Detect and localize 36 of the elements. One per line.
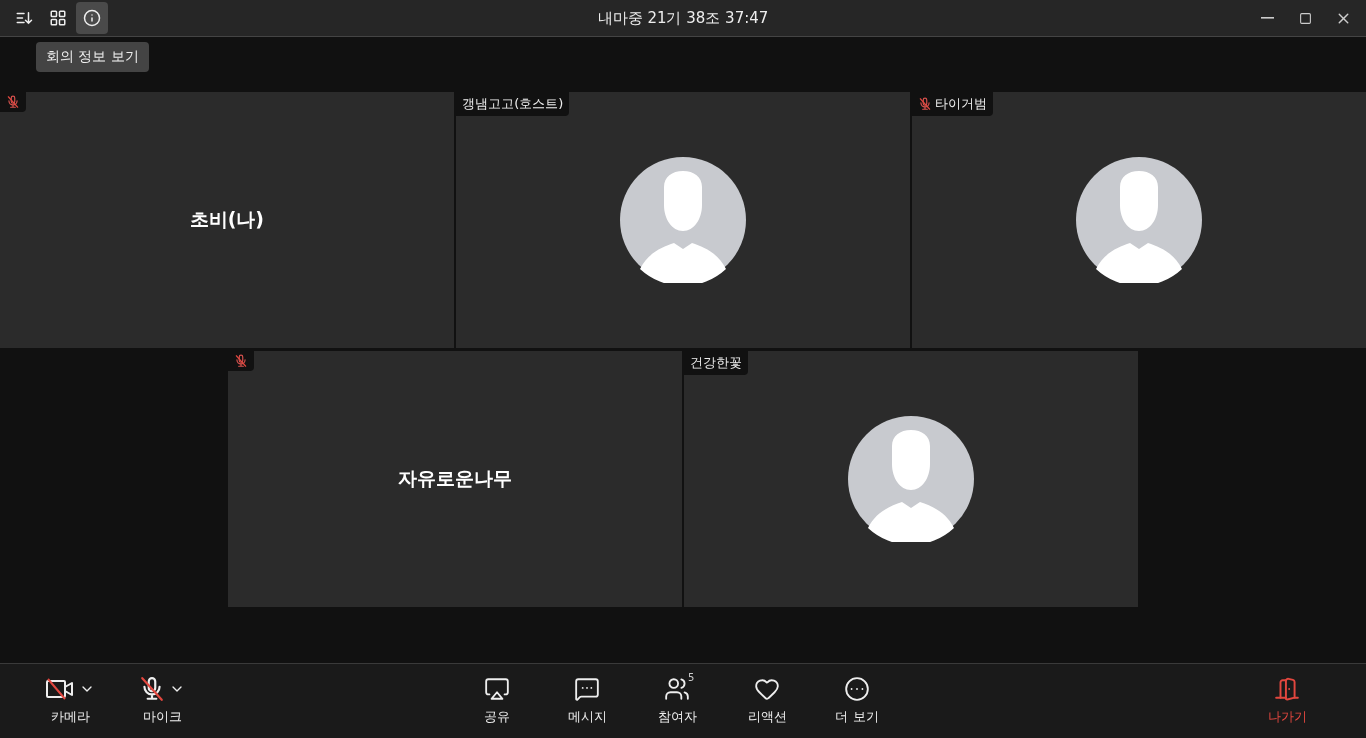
muted-mic-icon — [6, 95, 20, 109]
share-button[interactable]: 공유 — [457, 672, 537, 730]
tooltip: 회의 정보 보기 — [36, 42, 149, 72]
window-title: 내마중 21기 38조 37:47 — [597, 8, 769, 28]
screen-share-icon — [484, 676, 510, 702]
maximize-icon — [1298, 11, 1312, 25]
more-button[interactable]: 더 보기 — [817, 672, 897, 730]
leave-button[interactable]: 나가기 — [1252, 672, 1322, 730]
reaction-button[interactable]: 리액션 — [727, 672, 807, 730]
participants-button[interactable]: 5 참여자 — [637, 672, 717, 730]
participant-name: 갱냄고고(호스트) — [462, 95, 564, 113]
message-button[interactable]: 메시지 — [547, 672, 627, 730]
minimize-icon — [1260, 17, 1274, 19]
participant-name: 타이거범 — [935, 95, 988, 113]
microphone-button[interactable]: 마이크 — [122, 672, 202, 730]
participant-name: 자유로운나무 — [397, 466, 512, 491]
info-button[interactable] — [76, 2, 108, 34]
sort-icon — [15, 9, 33, 27]
muted-mic-icon — [139, 676, 165, 702]
camera-off-icon — [45, 676, 75, 702]
participant-name: 건강한꽃 — [690, 354, 743, 372]
avatar-icon — [848, 416, 975, 542]
chat-bubble-icon — [574, 676, 600, 702]
grid-icon — [49, 9, 67, 27]
participant-name: 초비(나) — [189, 207, 264, 232]
heart-icon — [754, 676, 780, 702]
avatar-icon — [620, 157, 746, 283]
avatar-icon — [1076, 157, 1203, 283]
muted-mic-icon — [918, 97, 933, 111]
participant-count: 5 — [688, 672, 695, 683]
muted-mic-icon — [233, 354, 248, 368]
people-icon — [664, 676, 690, 702]
info-icon — [83, 9, 101, 27]
camera-button[interactable]: 카메라 — [30, 672, 110, 730]
door-icon — [1274, 676, 1300, 702]
more-icon — [844, 676, 870, 702]
